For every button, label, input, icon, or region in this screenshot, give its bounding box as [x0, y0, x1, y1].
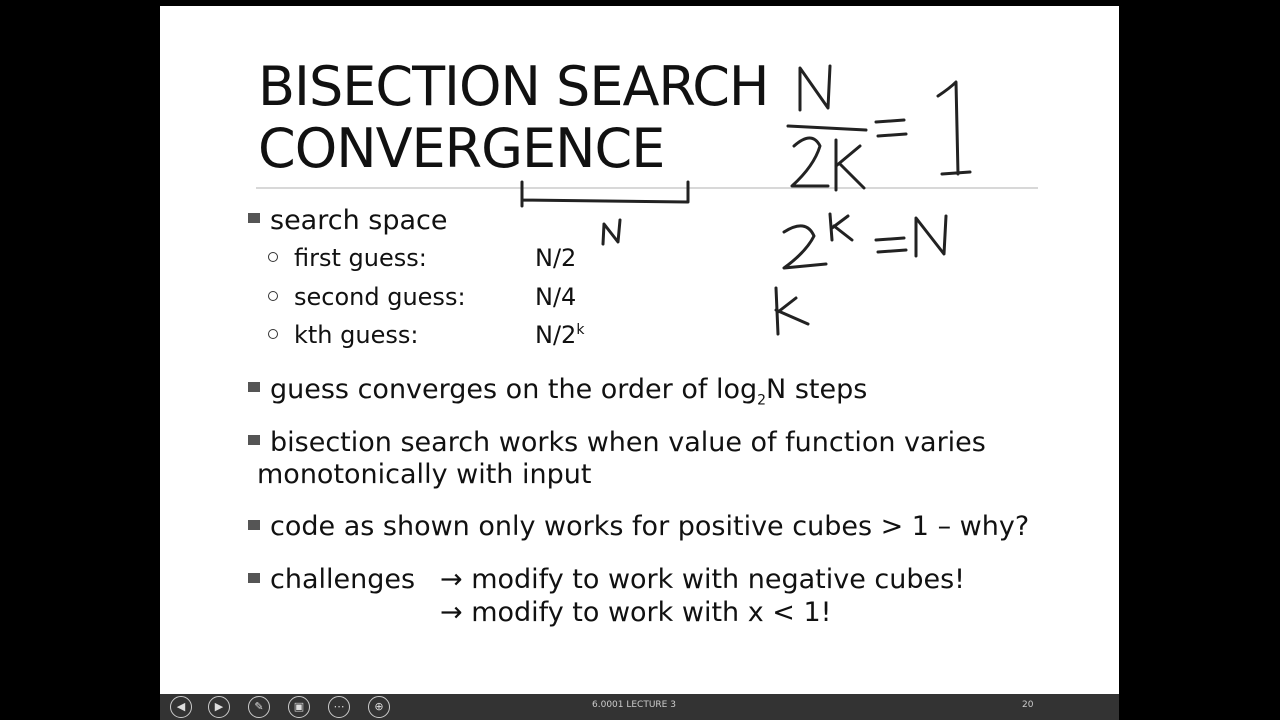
ink-k-2	[774, 286, 810, 336]
ink-k-sup	[828, 212, 854, 242]
ink-fraction-bar	[786, 124, 868, 132]
ink-2	[790, 136, 830, 188]
ink-equals	[874, 118, 908, 138]
previous-icon[interactable]: ◀	[170, 696, 192, 718]
highlighter-icon[interactable]: ▣	[288, 696, 310, 718]
presentation-controls: ◀ ▶ ✎ ▣ ⋯ ⊕ 6.0001 LECTURE 3 20	[160, 694, 1119, 720]
pen-icon[interactable]: ✎	[248, 696, 270, 718]
ink-n-2	[914, 214, 948, 258]
ink-bracket	[520, 180, 690, 208]
ink-1	[936, 80, 972, 176]
next-icon[interactable]: ▶	[208, 696, 230, 718]
ink-n-small	[601, 218, 622, 246]
ink-annotations	[520, 64, 972, 336]
page-number: 20	[1022, 700, 1034, 710]
more-icon[interactable]: ⋯	[328, 696, 350, 718]
ink-k	[834, 138, 866, 192]
ink-equals-2	[874, 236, 908, 254]
ink-n-numerator	[798, 64, 832, 112]
ink-2b	[782, 224, 828, 270]
footer-label: 6.0001 LECTURE 3	[592, 700, 676, 710]
slide: BISECTION SEARCH CONVERGENCE search spac…	[160, 6, 1119, 694]
zoom-icon[interactable]: ⊕	[368, 696, 390, 718]
